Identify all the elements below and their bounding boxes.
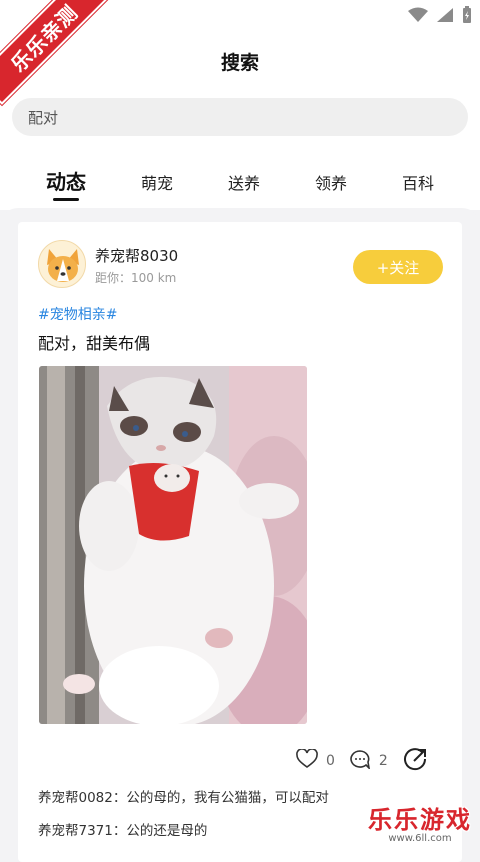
tab-encyclopedia[interactable]: 百科 [402,170,434,194]
site-watermark: 乐乐游戏 www.6ll.com [364,800,476,850]
ragdoll-cat-photo [39,366,307,724]
post-actions: 0 2 [296,746,442,776]
comment-button[interactable]: 2 [349,749,388,773]
comment-count: 2 [378,753,388,769]
signal-icon [436,7,454,27]
avatar[interactable] [38,240,86,288]
wifi-icon [408,7,428,27]
share-icon [402,746,428,776]
search-input[interactable] [26,107,454,127]
active-tab-indicator [53,198,79,201]
search-bar[interactable] [12,98,468,136]
corgi-avatar-icon [47,249,79,282]
follow-button[interactable]: +关注 [353,250,443,284]
comment-item[interactable]: 养宠帮0082：公的母的，我有公猫猫，可以配对 [38,786,329,806]
tab-bar: 动态 萌宠 送养 领养 百科 [0,160,480,210]
like-button[interactable]: 0 [296,748,335,773]
feed-list: 养宠帮8030 距你：100 km +关注 #宠物相亲# 配对，甜美布偶 0 2… [0,208,480,862]
battery-charging-icon [462,6,472,28]
status-bar [408,6,472,28]
comment-icon [349,749,371,773]
post-text: 配对，甜美布偶 [38,334,151,353]
tab-rehome[interactable]: 送养 [228,170,260,194]
comment-item[interactable]: 养宠帮7371：公的还是母的 [38,819,207,839]
post-distance: 距你：100 km [95,271,177,285]
share-button[interactable] [402,746,428,776]
post-image[interactable] [39,366,307,724]
tab-dynamic[interactable]: 动态 [46,166,86,195]
heart-icon [296,748,318,773]
page-title: 搜索 [220,52,259,74]
tab-pets[interactable]: 萌宠 [141,170,173,194]
post-author[interactable]: 养宠帮8030 [95,245,178,266]
watermark-site-name: 乐乐游戏 [368,806,472,834]
topic-tag[interactable]: #宠物相亲# [38,304,117,324]
post-card[interactable]: 养宠帮8030 距你：100 km +关注 #宠物相亲# 配对，甜美布偶 0 2… [18,222,462,862]
tab-adopt[interactable]: 领养 [315,170,347,194]
like-count: 0 [326,753,335,769]
